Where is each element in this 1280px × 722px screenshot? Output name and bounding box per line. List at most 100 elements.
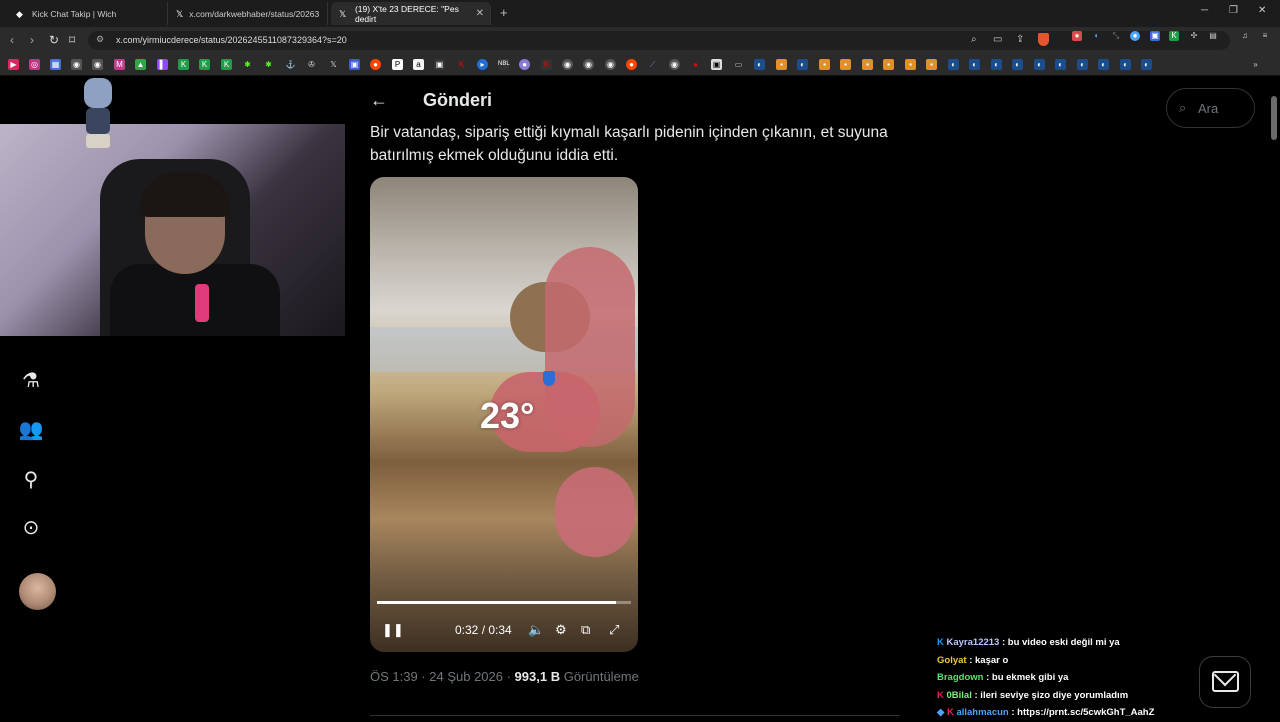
reload-icon[interactable]: ↻ bbox=[49, 33, 59, 47]
sidebar-icon[interactable]: ▤ bbox=[1208, 31, 1218, 41]
site-info-icon[interactable]: ⚙ bbox=[96, 34, 104, 45]
bookmark-icon[interactable]: ▪ bbox=[819, 59, 830, 70]
bookmark-steam-icon[interactable]: ◐ bbox=[1012, 59, 1023, 70]
messages-button[interactable] bbox=[1199, 656, 1251, 708]
bookmark-icon[interactable]: ◉ bbox=[92, 59, 103, 70]
bookmark-icon[interactable]: ● bbox=[690, 59, 701, 70]
bookmark-instagram-icon[interactable]: ◎ bbox=[29, 59, 40, 70]
grok-icon[interactable]: ⚗ bbox=[18, 368, 44, 394]
bookmark-icon[interactable]: ▪ bbox=[862, 59, 873, 70]
tab-darkwebhaber[interactable]: 𝕏 x.com/darkwebhaber/status/20263 bbox=[168, 2, 328, 25]
bookmark-kick-icon[interactable]: K bbox=[199, 59, 210, 70]
bookmark-twitch-icon[interactable]: ▌ bbox=[157, 59, 168, 70]
bookmark-steam-icon[interactable]: ◐ bbox=[1055, 59, 1066, 70]
communities-icon[interactable]: 👥 bbox=[18, 417, 44, 443]
bookmark-steam-icon[interactable]: ◐ bbox=[1098, 59, 1109, 70]
close-tab-icon[interactable]: ✕ bbox=[476, 8, 484, 19]
bookmark-icon[interactable]: P bbox=[392, 59, 403, 70]
bookmark-x-icon[interactable]: 𝕏 bbox=[328, 59, 339, 70]
bookmark-icon[interactable]: M bbox=[114, 59, 125, 70]
extensions-puzzle-icon[interactable]: ✣ bbox=[1189, 31, 1199, 41]
bookmark-icon[interactable]: ▪ bbox=[776, 59, 787, 70]
bookmark-steam-icon[interactable]: ◐ bbox=[797, 59, 808, 70]
url-bar[interactable]: ⚙ x.com/yirmiucderece/status/20262455110… bbox=[88, 31, 1230, 50]
url-text[interactable]: x.com/yirmiucderece/status/2026245511087… bbox=[116, 35, 347, 45]
bookmark-reddit-icon[interactable]: ● bbox=[626, 59, 637, 70]
brave-shield-icon[interactable] bbox=[1038, 33, 1049, 46]
volume-icon[interactable]: 🔈 bbox=[528, 622, 544, 638]
bookmark-icon[interactable]: ✱ bbox=[263, 59, 274, 70]
bookmark-icon[interactable]: ◉ bbox=[669, 59, 680, 70]
more-bookmarks-icon[interactable]: » bbox=[1250, 59, 1261, 70]
bookmark-steam-icon[interactable]: ◐ bbox=[1141, 59, 1152, 70]
bookmark-icon[interactable]: ◉ bbox=[71, 59, 82, 70]
extension-icon[interactable]: ● bbox=[1072, 31, 1082, 41]
bookmark-kick-icon[interactable]: K bbox=[178, 59, 189, 70]
bookmark-icon[interactable]: ✇ bbox=[306, 59, 317, 70]
new-tab-button[interactable]: + bbox=[500, 5, 508, 20]
bookmark-icon[interactable]: ✱ bbox=[242, 59, 253, 70]
bookmark-icon[interactable]: ● bbox=[519, 59, 530, 70]
bookmark-icon[interactable]: ▣ bbox=[711, 59, 722, 70]
bookmark-icon[interactable]: K bbox=[541, 59, 552, 70]
bookmark-steam-icon[interactable]: ◐ bbox=[1034, 59, 1045, 70]
bookmark-steam-icon[interactable]: ◐ bbox=[948, 59, 959, 70]
bookmark-steam-icon[interactable]: ◐ bbox=[1077, 59, 1088, 70]
forward-icon[interactable]: › bbox=[30, 33, 34, 47]
bookmark-steam-icon[interactable]: ◐ bbox=[754, 59, 765, 70]
avatar[interactable] bbox=[19, 573, 56, 610]
bookmark-folder-icon[interactable]: ▭ bbox=[733, 59, 744, 70]
bookmark-kick-icon[interactable]: K bbox=[221, 59, 232, 70]
bookmark-icon[interactable]: ⟋ bbox=[647, 59, 658, 70]
profile-icon[interactable]: ⚲ bbox=[18, 467, 44, 493]
extension-icon[interactable]: ▣ bbox=[1150, 31, 1160, 41]
bookmark-icon[interactable]: ⌑ bbox=[69, 33, 75, 47]
extension-icon[interactable]: ● bbox=[1130, 31, 1140, 41]
zoom-icon[interactable]: ⌕ bbox=[971, 34, 977, 45]
tab-yirmiucderece[interactable]: 𝕏 (19) X'te 23 DERECE: "Pes dedirt ✕ bbox=[331, 2, 491, 25]
bookmark-icon[interactable]: ◉ bbox=[605, 59, 616, 70]
extension-icon[interactable]: ◖ bbox=[1091, 31, 1101, 41]
search-input[interactable]: ⌕ Ara bbox=[1166, 88, 1255, 128]
bookmark-icon[interactable]: ◉ bbox=[562, 59, 573, 70]
tab-kick-chat[interactable]: ◆ Kick Chat Takip | Wich bbox=[8, 2, 168, 25]
bookmark-icon[interactable]: ▪ bbox=[840, 59, 851, 70]
extension-icon[interactable]: ⤡ bbox=[1111, 31, 1121, 41]
video-player[interactable]: 23° ❚❚ 0:32 / 0:34 🔈 ⚙ ⧉ ⤢ bbox=[370, 177, 638, 652]
bookmark-amazon-icon[interactable]: a bbox=[413, 59, 424, 70]
bookmark-icon[interactable]: ▪ bbox=[905, 59, 916, 70]
post-timestamp[interactable]: ÖS 1:39 · 24 Şub 2026 · bbox=[370, 669, 515, 684]
bookmark-icon[interactable]: ▸ bbox=[477, 59, 488, 70]
bookmark-drive-icon[interactable]: ▲ bbox=[135, 59, 146, 70]
share-icon[interactable]: ⇪ bbox=[1016, 34, 1024, 45]
bookmark-icon[interactable]: ◉ bbox=[583, 59, 594, 70]
maximize-icon[interactable]: ❐ bbox=[1229, 5, 1238, 16]
bookmark-youtube-icon[interactable]: ▶ bbox=[8, 59, 19, 70]
bookmark-icon[interactable]: ⚓ bbox=[285, 59, 296, 70]
cast-icon[interactable]: ▭ bbox=[993, 34, 1002, 45]
bookmark-steam-icon[interactable]: ◐ bbox=[991, 59, 1002, 70]
media-icon[interactable]: ♫ bbox=[1240, 31, 1250, 41]
bookmark-steam-icon[interactable]: ◐ bbox=[1120, 59, 1131, 70]
bookmark-icon[interactable]: ▣ bbox=[434, 59, 445, 70]
bookmark-icon[interactable]: ▦ bbox=[50, 59, 61, 70]
bookmark-icon[interactable]: ▣ bbox=[349, 59, 360, 70]
bookmark-reddit-icon[interactable]: ● bbox=[370, 59, 381, 70]
back-icon[interactable]: ‹ bbox=[10, 33, 14, 47]
back-arrow-icon[interactable]: ← bbox=[370, 90, 388, 111]
bookmark-icon[interactable]: ▪ bbox=[883, 59, 894, 70]
close-window-icon[interactable]: ✕ bbox=[1258, 5, 1266, 16]
bookmark-icon[interactable]: ▪ bbox=[926, 59, 937, 70]
bookmark-steam-icon[interactable]: ◐ bbox=[969, 59, 980, 70]
bookmark-icon[interactable]: NBL bbox=[498, 59, 510, 70]
scrollbar[interactable] bbox=[1271, 96, 1277, 140]
settings-gear-icon[interactable]: ⚙ bbox=[555, 622, 567, 638]
fullscreen-icon[interactable]: ⤢ bbox=[609, 622, 619, 638]
menu-icon[interactable]: ≡ bbox=[1260, 31, 1270, 41]
picture-in-picture-icon[interactable]: ⧉ bbox=[581, 622, 590, 638]
extension-icon[interactable]: K bbox=[1169, 31, 1179, 41]
pause-icon[interactable]: ❚❚ bbox=[382, 622, 404, 638]
bookmark-icon[interactable]: K bbox=[456, 59, 467, 70]
more-icon[interactable]: ⊙ bbox=[18, 515, 44, 541]
minimize-icon[interactable]: ─ bbox=[1201, 5, 1208, 16]
